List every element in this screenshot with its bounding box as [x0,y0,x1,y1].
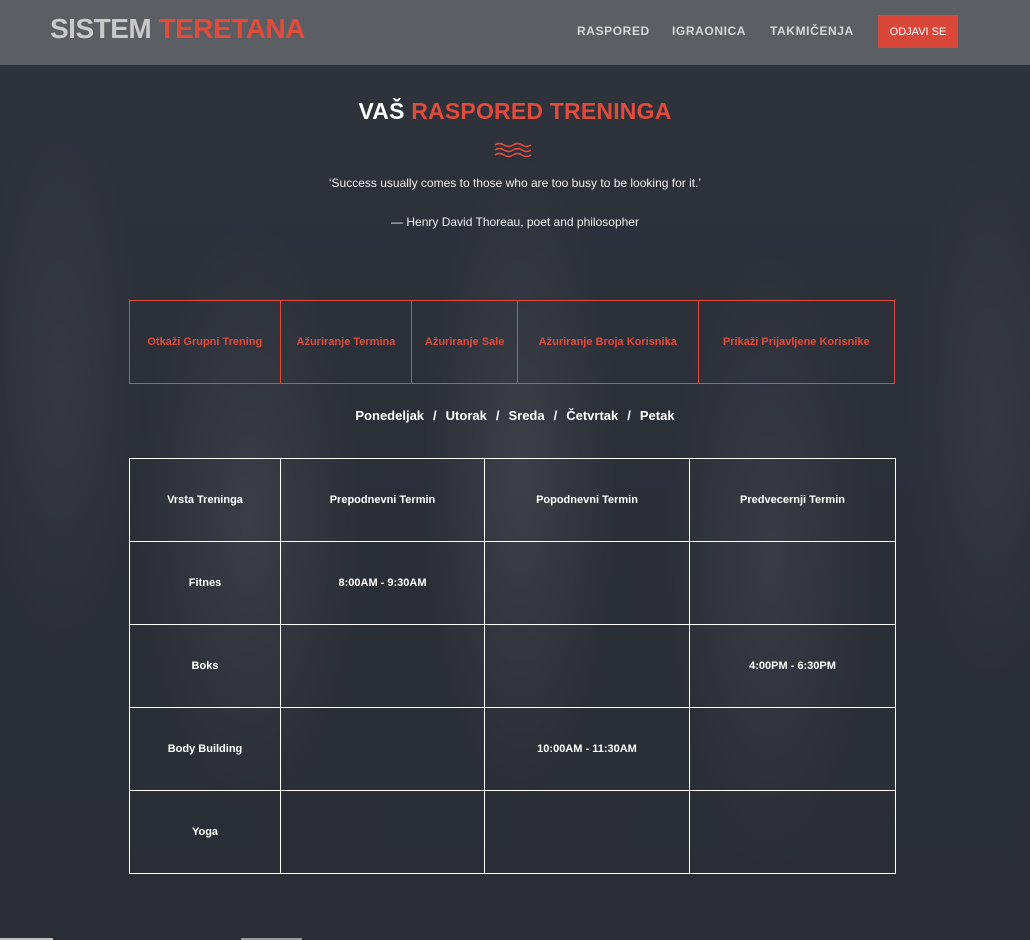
day-utorak[interactable]: Utorak [446,408,487,423]
column-header: Vrsta Treninga [129,458,281,542]
time-slot-cell [689,541,896,625]
time-slot-cell [280,707,485,791]
page-title-part1: VAŠ [358,98,405,124]
nav-igraonica-link[interactable]: IGRAONICA [672,24,746,38]
column-header: Predvecernji Termin [689,458,896,542]
training-type-cell: Yoga [129,790,281,874]
quote-text: ‘Success usually comes to those who are … [328,176,702,190]
day-selector: Ponedeljak / Utorak / Sreda / Četvrtak / Petak [0,408,1030,423]
update-user-count-button[interactable]: Ažuriranje Broja Korisnika [518,301,699,383]
time-slot-cell: 4:00PM - 6:30PM [689,624,896,708]
nav-raspored-link[interactable]: RASPORED [577,24,650,38]
day-ponedeljak[interactable]: Ponedeljak [355,408,424,423]
wave-divider-icon [494,142,532,158]
time-slot-cell [689,790,896,874]
day-separator: / [495,408,500,423]
brand-part2: TERETANA [158,13,306,44]
day-sreda[interactable]: Sreda [508,408,544,423]
brand-part1: SISTEM [50,13,152,44]
action-bar: Otkaži Grupni Trening Ažuriranje Termina… [129,300,895,384]
time-slot-cell: 10:00AM - 11:30AM [484,707,690,791]
time-slot-cell: 8:00AM - 9:30AM [280,541,485,625]
update-hall-button[interactable]: Ažuriranje Sale [412,301,518,383]
time-slot-cell [484,541,690,625]
nav-takmicenja-link[interactable]: TAKMIČENJA [770,24,854,38]
table-row: Boks 4:00PM - 6:30PM [129,624,896,708]
day-separator: / [627,408,631,423]
time-slot-cell [484,790,690,874]
time-slot-cell [280,790,485,874]
day-separator: / [433,408,437,423]
column-header: Popodnevni Termin [484,458,690,542]
brand-logo[interactable]: SISTEM TERETANA [50,13,305,45]
page-title: VAŠ RASPORED TRENINGA [0,98,1030,125]
update-term-button[interactable]: Ažuriranje Termina [281,301,413,383]
time-slot-cell [689,707,896,791]
logout-button[interactable]: ODJAVI SE [878,15,958,48]
day-cetvrtak[interactable]: Četvrtak [566,408,618,423]
table-row: Body Building 10:00AM - 11:30AM [129,707,896,791]
schedule-table: Vrsta Treninga Prepodnevni Termin Popodn… [129,458,896,874]
quote-author: — Henry David Thoreau, poet and philosop… [391,215,639,229]
day-petak[interactable]: Petak [640,408,675,423]
table-row: Fitnes 8:00AM - 9:30AM [129,541,896,625]
table-header-row: Vrsta Treninga Prepodnevni Termin Popodn… [129,458,896,542]
day-separator: / [553,408,558,423]
training-type-cell: Fitnes [129,541,281,625]
page-title-part2: RASPORED TRENINGA [411,98,672,124]
show-registered-users-button[interactable]: Prikaži Prijavljene Korisnike [699,301,894,383]
training-type-cell: Boks [129,624,281,708]
time-slot-cell [280,624,485,708]
time-slot-cell [484,624,690,708]
column-header: Prepodnevni Termin [280,458,485,542]
table-row: Yoga [129,790,896,874]
training-type-cell: Body Building [129,707,281,791]
navbar: SISTEM TERETANA RASPORED IGRAONICA TAKMI… [0,0,1030,65]
cancel-group-training-button[interactable]: Otkaži Grupni Trening [130,301,281,383]
